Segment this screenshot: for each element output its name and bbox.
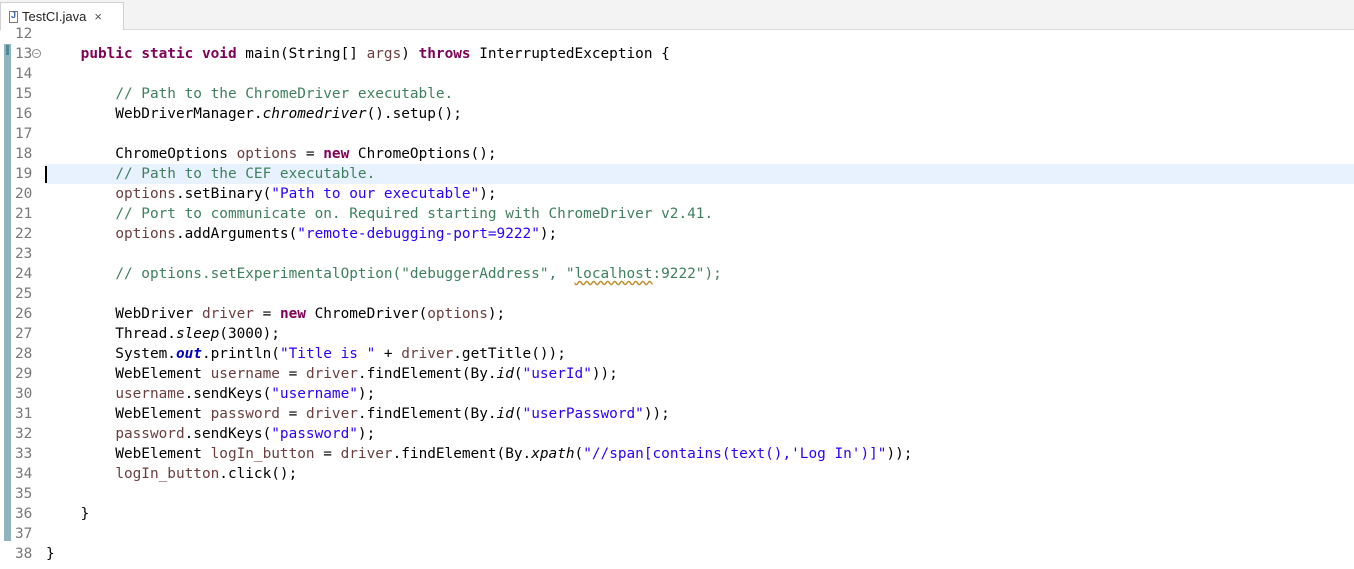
line-number: 20 <box>15 186 33 202</box>
code-text: options.setBinary("Path to our executabl… <box>115 186 497 202</box>
code-line[interactable]: 18 ChromeOptions options = new ChromeOpt… <box>0 144 1354 164</box>
code-text: } <box>46 506 90 522</box>
java-file-icon <box>9 10 18 23</box>
line-number: 33 <box>15 446 33 462</box>
code-text: WebElement username = driver.findElement… <box>46 366 618 382</box>
code-line[interactable]: 20 options.setBinary("Path to our execut… <box>0 184 1354 204</box>
code-line[interactable]: 35 <box>0 484 1354 504</box>
code-text: WebDriverManager.chromedriver().setup(); <box>46 106 462 122</box>
line-number: 30 <box>15 386 33 402</box>
line-number: 28 <box>15 346 33 362</box>
line-number: 18 <box>15 146 33 162</box>
code-text: username.sendKeys("username"); <box>115 386 376 402</box>
code-line[interactable]: 14 <box>0 64 1354 84</box>
code-text: logIn_button.click(); <box>115 466 298 482</box>
code-line[interactable]: 25 <box>0 284 1354 304</box>
code-text: options.addArguments("remote-debugging-p… <box>115 226 558 242</box>
code-text: // Port to communicate on. Required star… <box>115 206 714 222</box>
line-number: 26 <box>15 306 33 322</box>
code-editor[interactable]: 12 13− public static void main(String[] a… <box>0 26 1354 569</box>
code-line[interactable]: 38} <box>0 544 1354 564</box>
code-line[interactable]: 22 options.addArguments("remote-debuggin… <box>0 224 1354 244</box>
line-number: 25 <box>15 286 33 302</box>
line-number: 36 <box>15 506 33 522</box>
code-text: } <box>46 546 55 562</box>
code-line[interactable]: 19 // Path to the CEF executable. <box>0 164 1354 184</box>
code-line[interactable]: 17 <box>0 124 1354 144</box>
code-text: WebElement password = driver.findElement… <box>46 406 670 422</box>
code-line[interactable]: 31 WebElement password = driver.findElem… <box>0 404 1354 424</box>
line-number: 22 <box>15 226 33 242</box>
line-number: 12 <box>15 26 33 42</box>
code-text: // Path to the CEF executable. <box>115 166 376 182</box>
code-text: WebDriver driver = new ChromeDriver(opti… <box>46 306 506 322</box>
code-line[interactable]: 26 WebDriver driver = new ChromeDriver(o… <box>0 304 1354 324</box>
line-number: 24 <box>15 266 33 282</box>
code-line[interactable]: 27 Thread.sleep(3000); <box>0 324 1354 344</box>
code-line[interactable]: 33 WebElement logIn_button = driver.find… <box>0 444 1354 464</box>
code-line[interactable]: 28 System.out.println("Title is " + driv… <box>0 344 1354 364</box>
code-text: password.sendKeys("password"); <box>115 426 376 442</box>
code-text: // options.setExperimentalOption("debugg… <box>115 266 722 282</box>
line-number: 31 <box>15 406 33 422</box>
line-number: 38 <box>15 546 33 562</box>
line-number: 23 <box>15 246 33 262</box>
code-line[interactable]: 23 <box>0 244 1354 264</box>
fold-toggle-icon[interactable]: − <box>32 49 41 58</box>
text-caret <box>45 166 47 183</box>
line-number: 29 <box>15 366 33 382</box>
code-text: // Path to the ChromeDriver executable. <box>115 86 454 102</box>
close-icon[interactable]: × <box>94 9 102 24</box>
code-line[interactable]: 24 // options.setExperimentalOption("deb… <box>0 264 1354 284</box>
code-line[interactable]: 15 // Path to the ChromeDriver executabl… <box>0 84 1354 104</box>
line-number: 14 <box>15 66 33 82</box>
code-text: ChromeOptions options = new ChromeOption… <box>46 146 497 162</box>
line-number: 21 <box>15 206 33 222</box>
line-number: 19 <box>15 166 33 182</box>
line-number: 32 <box>15 426 33 442</box>
code-line[interactable]: 21 // Port to communicate on. Required s… <box>0 204 1354 224</box>
code-line[interactable]: 12 <box>0 24 1354 44</box>
line-number: 15 <box>15 86 33 102</box>
code-text: WebElement logIn_button = driver.findEle… <box>46 446 913 462</box>
line-number: 35 <box>15 486 33 502</box>
code-line[interactable]: 34 logIn_button.click(); <box>0 464 1354 484</box>
code-line[interactable]: 32 password.sendKeys("password"); <box>0 424 1354 444</box>
code-line[interactable]: 37 <box>0 524 1354 544</box>
code-line[interactable]: 36 } <box>0 504 1354 524</box>
code-line[interactable]: 16 WebDriverManager.chromedriver().setup… <box>0 104 1354 124</box>
code-text: System.out.println("Title is " + driver.… <box>46 346 566 362</box>
line-number: 37 <box>15 526 33 542</box>
line-number: 17 <box>15 126 33 142</box>
line-number: 27 <box>15 326 33 342</box>
line-number: 34 <box>15 466 33 482</box>
code-line[interactable]: 13− public static void main(String[] arg… <box>0 44 1354 64</box>
line-number: 16 <box>15 106 33 122</box>
tab-filename: TestCI.java <box>22 9 87 24</box>
code-text: Thread.sleep(3000); <box>46 326 280 342</box>
code-line[interactable]: 30 username.sendKeys("username"); <box>0 384 1354 404</box>
code-line[interactable]: 29 WebElement username = driver.findElem… <box>0 364 1354 384</box>
code-text: public static void main(String[] args) t… <box>80 46 670 62</box>
